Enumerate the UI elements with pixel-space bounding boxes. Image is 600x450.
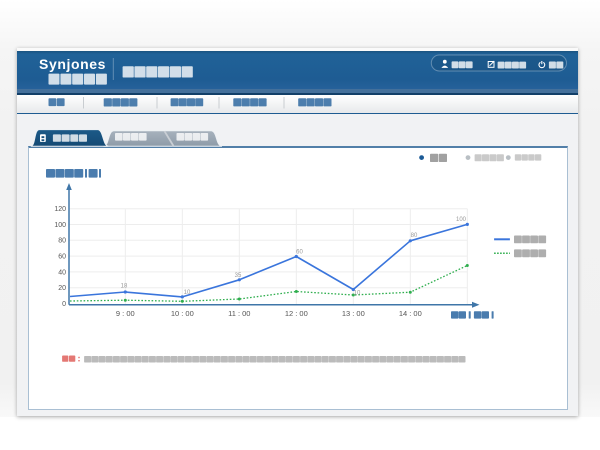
svg-text:10: 10 [354,291,361,297]
svg-text:18: 18 [121,283,128,289]
svg-text:60: 60 [58,254,66,261]
svg-text:12 : 00: 12 : 00 [285,309,308,318]
svg-text:40: 40 [58,269,66,276]
svg-text:60: 60 [296,249,303,255]
svg-text:0: 0 [62,301,66,308]
svg-text:20: 20 [58,285,66,292]
svg-text:10 : 00: 10 : 00 [171,309,194,318]
svg-text:80: 80 [411,233,418,239]
svg-text:100: 100 [456,217,467,223]
svg-text:Synjones: Synjones [39,56,106,72]
svg-text:10: 10 [184,290,191,296]
svg-text:14 : 00: 14 : 00 [399,309,422,318]
svg-text:9 : 00: 9 : 00 [116,309,135,318]
svg-text:11 : 00: 11 : 00 [228,309,250,318]
svg-text:100: 100 [54,222,66,229]
svg-text:13 : 00: 13 : 00 [342,309,365,318]
svg-text:35: 35 [235,273,242,279]
svg-text:120: 120 [54,206,66,213]
svg-text:80: 80 [58,238,66,245]
